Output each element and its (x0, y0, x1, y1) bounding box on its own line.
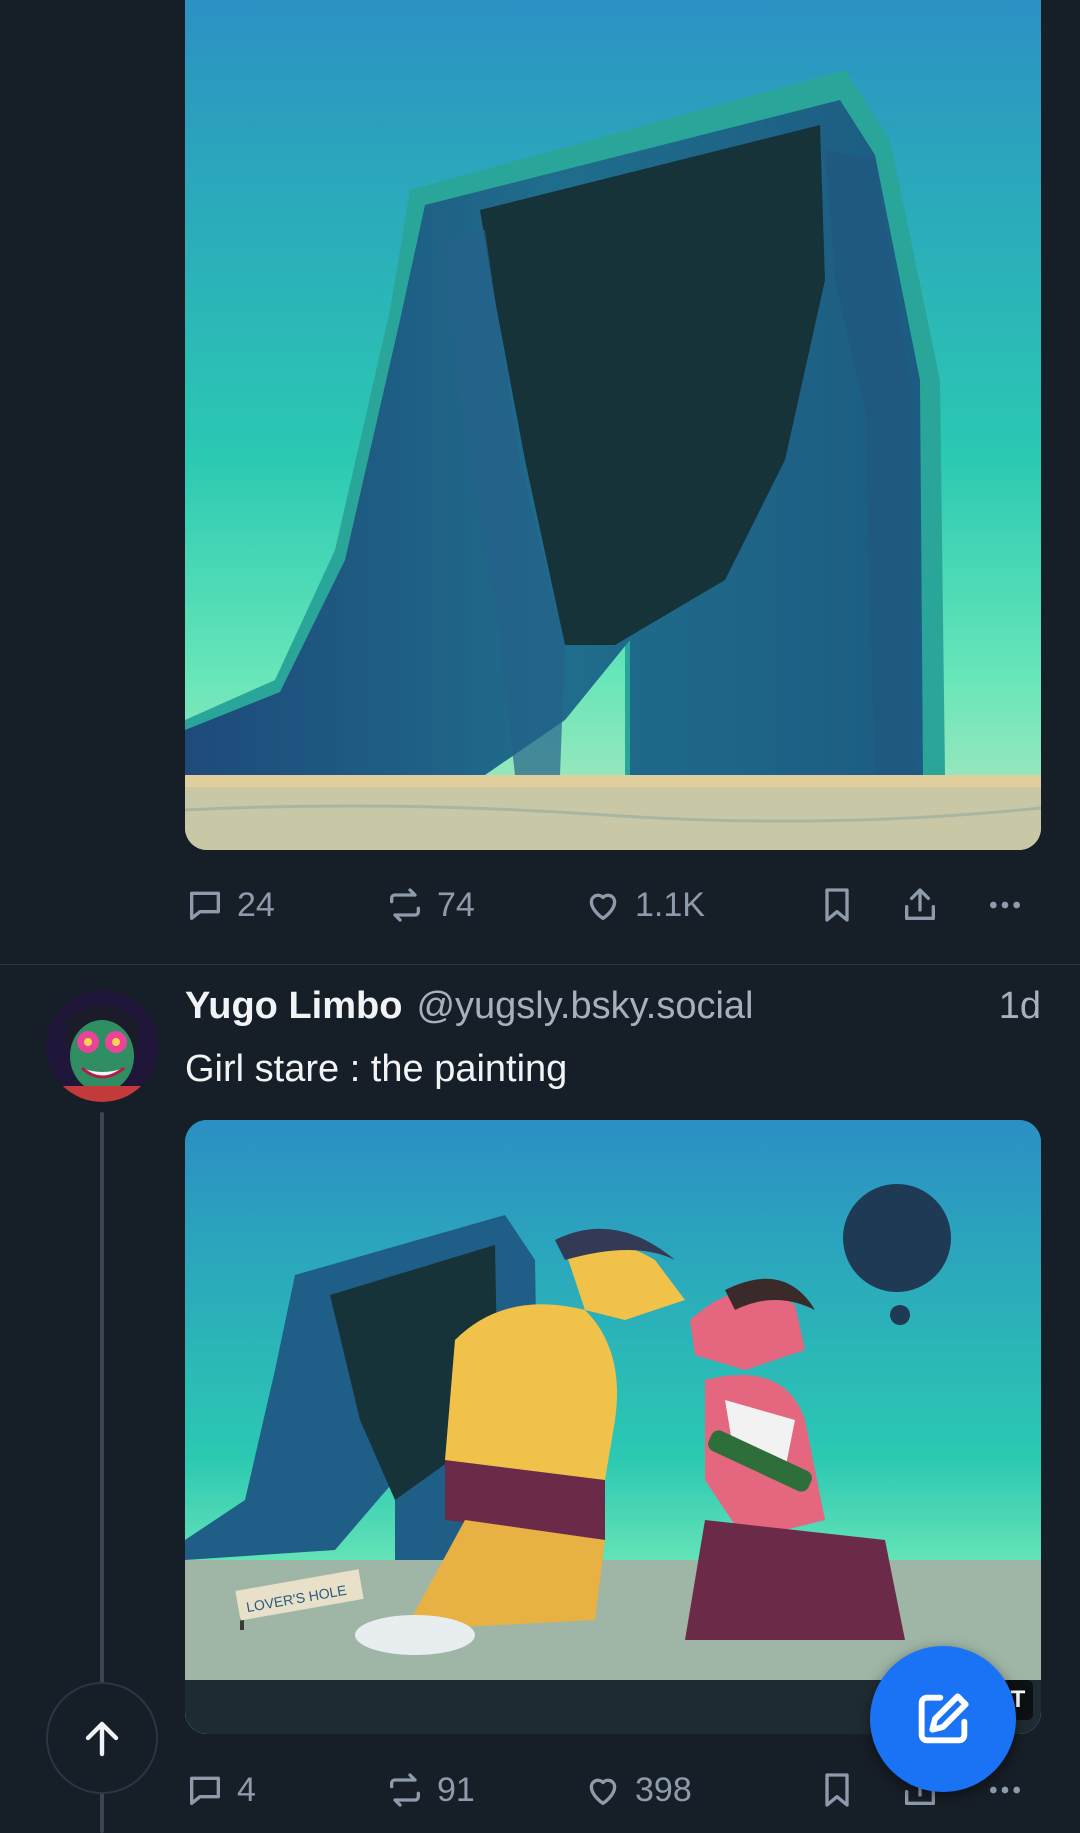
arrow-up-icon (85, 1721, 119, 1757)
ellipsis-icon (990, 901, 1020, 909)
repost-button[interactable]: 74 (385, 885, 475, 925)
speech-bubble-icon (190, 891, 220, 920)
speech-bubble-icon (190, 1776, 220, 1805)
painting-image: LOVER'S HOLE (185, 1120, 1041, 1734)
bookmark-icon (825, 888, 849, 922)
repost-button[interactable]: 91 (385, 1770, 475, 1810)
post-image[interactable] (185, 0, 1041, 850)
avatar-image (46, 990, 158, 1102)
scroll-to-top-button[interactable] (46, 1682, 158, 1794)
post-image[interactable]: LOVER'S HOLE (185, 1120, 1041, 1734)
like-button[interactable]: 398 (583, 1770, 692, 1810)
reply-button[interactable]: 24 (185, 885, 275, 925)
repost-count: 74 (437, 885, 475, 924)
reply-button[interactable]: 4 (185, 1770, 256, 1810)
reply-count: 24 (237, 885, 275, 924)
compose-button[interactable] (870, 1646, 1016, 1792)
feed: 24 74 1.1K Yugo Limbo @yugsly.bsky.socia… (0, 0, 1080, 1833)
share-icon (905, 888, 935, 920)
post-actions: 24 74 1.1K (185, 875, 1041, 935)
like-count: 398 (635, 1770, 692, 1809)
bookmark-button[interactable] (817, 885, 857, 925)
ellipsis-icon (990, 1786, 1020, 1794)
post-divider (0, 964, 1080, 965)
post-text: Girl stare : the painting (185, 1048, 568, 1090)
repost-arrows-icon (390, 1773, 420, 1807)
post-header: Yugo Limbo @yugsly.bsky.social 1d (185, 985, 1041, 1035)
bookmark-button[interactable] (817, 1770, 857, 1810)
reply-count: 4 (237, 1770, 256, 1809)
more-options-button[interactable] (985, 885, 1025, 925)
avatar[interactable] (46, 990, 158, 1102)
share-button[interactable] (900, 885, 940, 925)
repost-arrows-icon (390, 888, 420, 922)
like-button[interactable]: 1.1K (583, 885, 705, 925)
author-handle[interactable]: @yugsly.bsky.social (416, 985, 753, 1028)
author-display-name[interactable]: Yugo Limbo (185, 985, 402, 1028)
heart-icon (589, 893, 617, 920)
more-options-button[interactable] (985, 1770, 1025, 1810)
arch-painting (185, 0, 1041, 850)
post-timestamp[interactable]: 1d (999, 985, 1041, 1028)
heart-icon (589, 1778, 617, 1805)
pencil-square-icon (918, 1693, 969, 1744)
bookmark-icon (825, 1773, 849, 1807)
repost-count: 91 (437, 1770, 475, 1809)
like-count: 1.1K (635, 885, 705, 924)
